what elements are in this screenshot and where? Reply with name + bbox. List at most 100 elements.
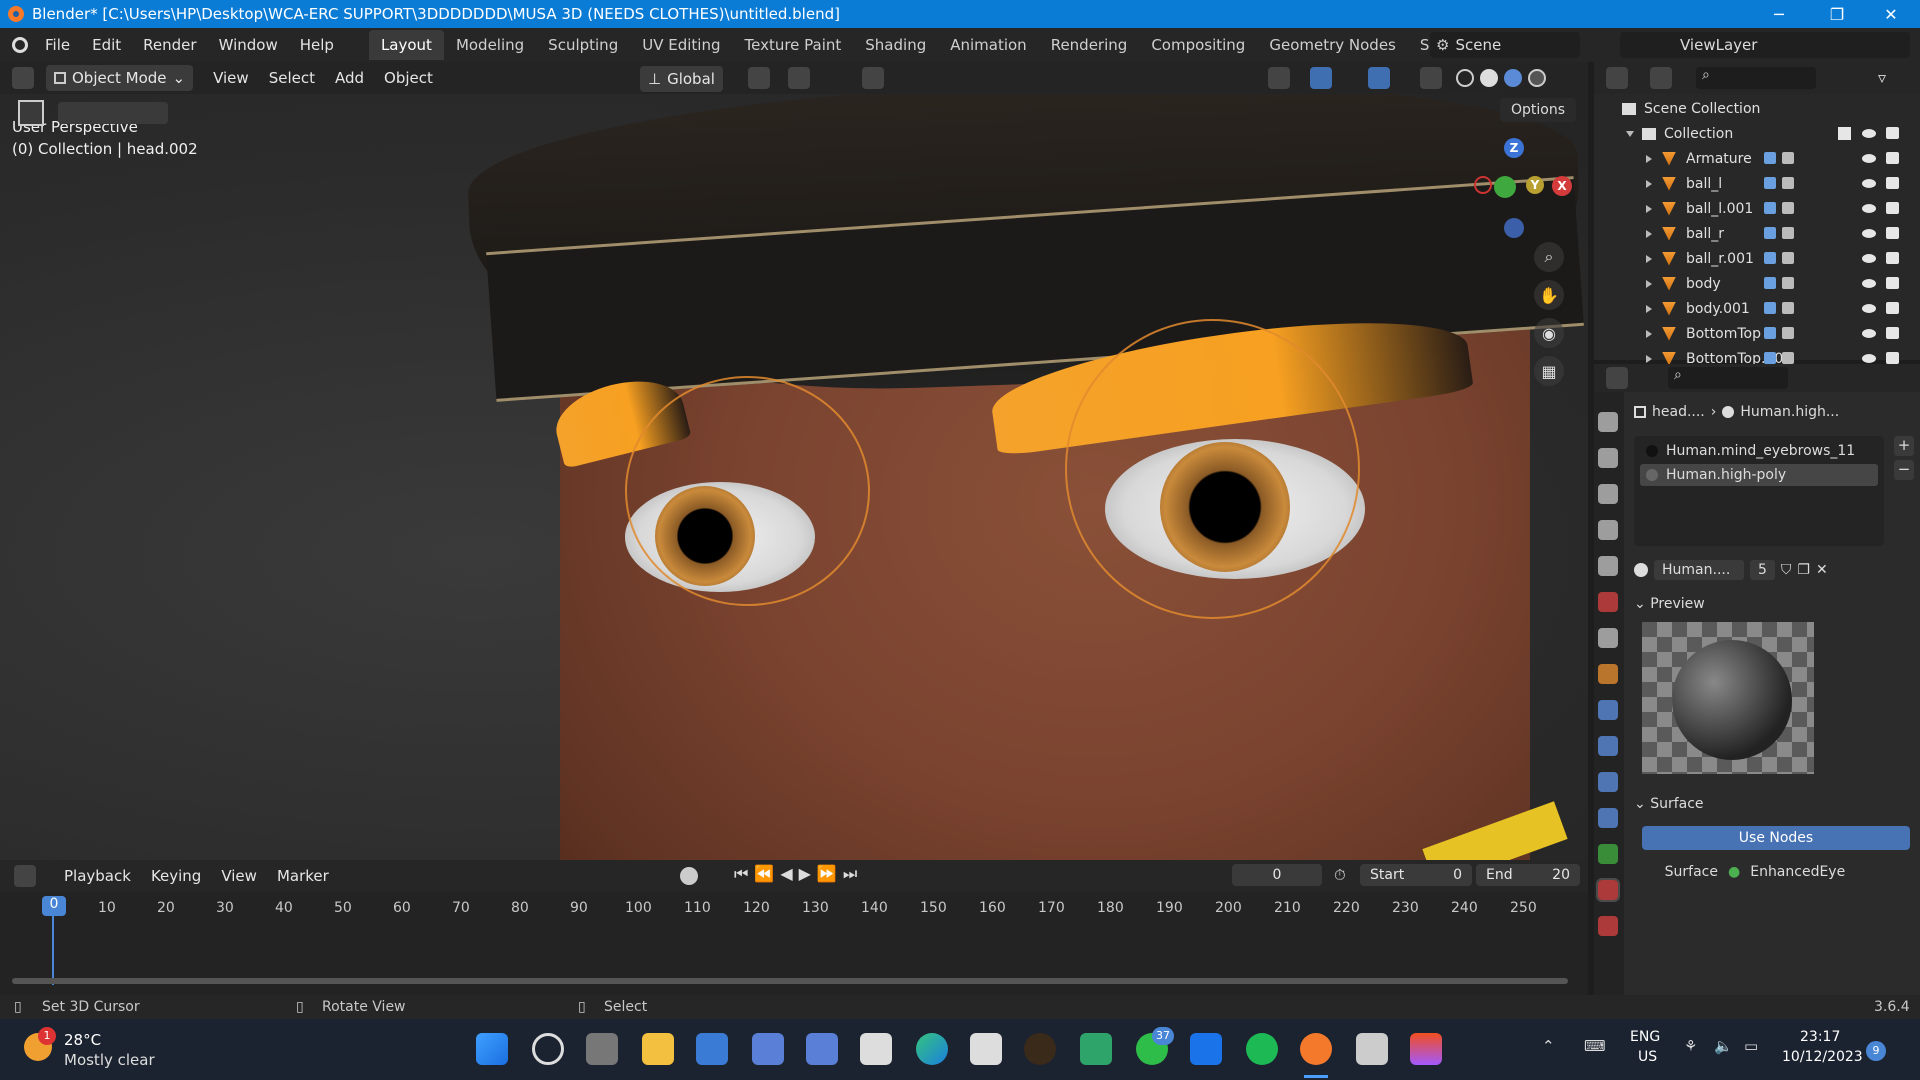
- mode-dropdown[interactable]: Object Mode ⌄: [46, 65, 194, 91]
- eye-icon[interactable]: [1862, 229, 1876, 238]
- outliner-item[interactable]: body.001: [1594, 296, 1920, 321]
- figma-icon[interactable]: [1410, 1033, 1442, 1065]
- camera-icon[interactable]: [1886, 202, 1899, 214]
- eye-icon[interactable]: [1862, 354, 1876, 363]
- scene-tab-icon[interactable]: [1598, 556, 1618, 576]
- constraints-tab-icon[interactable]: [1598, 808, 1618, 828]
- physics-tab-icon[interactable]: [1598, 772, 1618, 792]
- material-slot-item-selected[interactable]: Human.high-poly: [1640, 464, 1878, 486]
- expand-icon[interactable]: [1646, 179, 1652, 188]
- tab-layout[interactable]: Layout: [368, 30, 444, 60]
- tab-sculpting[interactable]: Sculpting: [536, 30, 630, 60]
- eye-icon[interactable]: [1862, 329, 1876, 338]
- material-browse-icon[interactable]: [1634, 563, 1648, 577]
- render-tab-icon[interactable]: [1598, 448, 1618, 468]
- rendered-shading-icon[interactable]: [1528, 69, 1546, 87]
- app-icon[interactable]: [1024, 1033, 1056, 1065]
- discord-icon[interactable]: [752, 1033, 784, 1065]
- outliner-item[interactable]: ball_l.001: [1594, 196, 1920, 221]
- add-slot-button[interactable]: +: [1894, 436, 1914, 456]
- language-primary[interactable]: ENG: [1630, 1029, 1660, 1045]
- snap-icon[interactable]: [788, 67, 810, 89]
- tab-compositing[interactable]: Compositing: [1139, 30, 1257, 60]
- modifier-tab-icon[interactable]: [1598, 700, 1618, 720]
- start-menu-icon[interactable]: [476, 1033, 508, 1065]
- weather-desc[interactable]: Mostly clear: [64, 1051, 155, 1069]
- viewlayer-selector[interactable]: ViewLayer: [1620, 32, 1910, 58]
- maximize-button[interactable]: ❐: [1808, 0, 1866, 28]
- checkbox-icon[interactable]: [1838, 127, 1851, 140]
- material-slot-item[interactable]: Human.mind_eyebrows_11: [1640, 440, 1878, 462]
- outliner-search-input[interactable]: ⌕: [1696, 67, 1816, 89]
- camera-icon[interactable]: [1886, 277, 1899, 289]
- collapse-icon[interactable]: [1626, 130, 1634, 137]
- outliner-editor-icon[interactable]: [1606, 67, 1628, 89]
- gizmo-neg-x-axis[interactable]: [1474, 176, 1492, 194]
- close-button[interactable]: ✕: [1862, 0, 1920, 28]
- properties-editor-icon[interactable]: [1606, 367, 1628, 389]
- viewport-menu-object[interactable]: Object: [374, 69, 443, 87]
- material-datablock-selector[interactable]: Human.... 5 ⛉ ❐ ✕: [1634, 558, 1874, 582]
- camera-icon[interactable]: [1886, 177, 1899, 189]
- transform-orientation-dropdown[interactable]: ⊥ Global: [640, 66, 723, 92]
- record-icon[interactable]: [680, 867, 698, 885]
- editor-type-icon[interactable]: [12, 67, 34, 89]
- expand-icon[interactable]: [1646, 354, 1652, 363]
- tab-modeling[interactable]: Modeling: [444, 30, 536, 60]
- file-explorer-icon[interactable]: [642, 1033, 674, 1065]
- language-region[interactable]: US: [1638, 1049, 1657, 1065]
- visibility-icon[interactable]: [1268, 67, 1290, 89]
- viewport-menu-view[interactable]: View: [203, 69, 259, 87]
- eye-icon[interactable]: [1862, 179, 1876, 188]
- viewport-menu-add[interactable]: Add: [325, 69, 374, 87]
- edge-icon[interactable]: [916, 1033, 948, 1065]
- gizmo-neg-z-axis[interactable]: [1504, 218, 1524, 238]
- camera-view-icon[interactable]: ◉: [1534, 318, 1564, 348]
- clock-icon[interactable]: ⏱: [1334, 866, 1346, 884]
- outliner-item[interactable]: ball_l: [1594, 171, 1920, 196]
- menu-window[interactable]: Window: [208, 36, 289, 54]
- blender-menu-icon[interactable]: [12, 37, 28, 53]
- search-icon[interactable]: [532, 1033, 564, 1065]
- material-name-field[interactable]: Human....: [1654, 560, 1744, 580]
- keyboard-icon[interactable]: ⌨: [1584, 1037, 1606, 1055]
- menu-edit[interactable]: Edit: [81, 36, 132, 54]
- timeline-menu-view[interactable]: View: [211, 867, 267, 885]
- scene-collection-row[interactable]: Scene Collection: [1594, 96, 1920, 121]
- scene-selector[interactable]: ⚙ Scene: [1430, 32, 1580, 58]
- outliner-item[interactable]: body: [1594, 271, 1920, 296]
- game-app-icon[interactable]: [806, 1033, 838, 1065]
- pan-hand-icon[interactable]: ✋: [1534, 280, 1564, 310]
- menu-render[interactable]: Render: [132, 36, 207, 54]
- expand-icon[interactable]: [1646, 304, 1652, 313]
- duplicate-icon[interactable]: ❐: [1797, 562, 1810, 578]
- object-tab-icon[interactable]: [1598, 664, 1618, 684]
- tab-animation[interactable]: Animation: [938, 30, 1038, 60]
- wireframe-shading-icon[interactable]: [1456, 69, 1474, 87]
- start-frame-field[interactable]: Start 0: [1360, 864, 1472, 886]
- expand-icon[interactable]: [1646, 329, 1652, 338]
- particles-tab-icon[interactable]: [1598, 736, 1618, 756]
- tool-tab-icon[interactable]: [1598, 412, 1618, 432]
- pivot-icon[interactable]: [748, 67, 770, 89]
- eye-icon[interactable]: [1862, 304, 1876, 313]
- 3d-viewport[interactable]: User Perspective (0) Collection | head.0…: [0, 94, 1588, 860]
- camera-icon[interactable]: [1886, 352, 1899, 364]
- menu-help[interactable]: Help: [289, 36, 345, 54]
- options-dropdown[interactable]: Options: [1500, 98, 1576, 122]
- expand-icon[interactable]: [1646, 254, 1652, 263]
- output-tab-icon[interactable]: [1598, 484, 1618, 504]
- unlink-icon[interactable]: ✕: [1816, 562, 1828, 578]
- clock-date[interactable]: 10/12/2023: [1782, 1049, 1863, 1065]
- eye-icon[interactable]: [1862, 204, 1876, 213]
- blender-taskbar-icon[interactable]: [1300, 1033, 1332, 1065]
- tab-uv-editing[interactable]: UV Editing: [630, 30, 732, 60]
- eye-icon[interactable]: [1862, 254, 1876, 263]
- filter-icon[interactable]: ▿: [1878, 68, 1886, 87]
- world-tab-icon[interactable]: [1598, 592, 1618, 612]
- surface-field-value[interactable]: EnhancedEye: [1750, 864, 1845, 886]
- fake-user-shield-icon[interactable]: ⛉: [1781, 562, 1792, 578]
- inkscape-icon[interactable]: [860, 1033, 892, 1065]
- snipping-tool-icon[interactable]: [970, 1033, 1002, 1065]
- microsoft-store-icon[interactable]: [696, 1033, 728, 1065]
